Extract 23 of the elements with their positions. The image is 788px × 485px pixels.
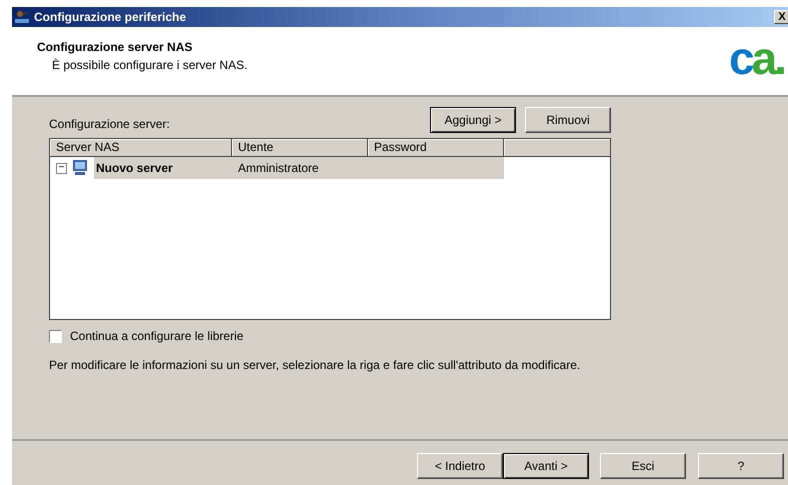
checkbox-label: Continua a configurare le librerie xyxy=(70,328,244,345)
column-header[interactable]: Utente xyxy=(232,139,368,157)
dialog-button[interactable]: Avanti > xyxy=(503,453,589,479)
dialog-button[interactable]: Aggiungi > xyxy=(430,107,516,133)
table-cell[interactable]: Amministratore xyxy=(232,159,368,177)
collapse-toggle[interactable]: − xyxy=(56,162,67,174)
hint-text: Per modificare le informazioni su un server, selezionare la riga e fare clic sull'attributo da modificare. xyxy=(49,357,582,374)
column-header[interactable]: Server NAS xyxy=(50,139,232,157)
close-button[interactable]: X xyxy=(774,10,788,24)
logo: ca. xyxy=(729,35,784,79)
list-label: Configurazione server: xyxy=(49,116,170,133)
dialog-button[interactable]: Esci xyxy=(600,453,686,479)
window-title: Configurazione periferiche xyxy=(34,9,186,26)
column-header[interactable]: Password xyxy=(368,139,504,157)
checkbox[interactable] xyxy=(49,330,62,342)
page-title: Configurazione server NAS xyxy=(37,39,194,56)
page-subtitle: È possibile configurare i server NAS. xyxy=(52,57,248,74)
table-cell[interactable]: Nuovo server xyxy=(94,159,232,177)
dialog-button[interactable]: < Indietro xyxy=(417,453,503,479)
dialog-button[interactable]: ? xyxy=(698,453,784,479)
computer-icon xyxy=(71,159,89,177)
app-icon xyxy=(14,9,30,25)
dialog-button[interactable]: Rimuovi xyxy=(525,107,611,133)
